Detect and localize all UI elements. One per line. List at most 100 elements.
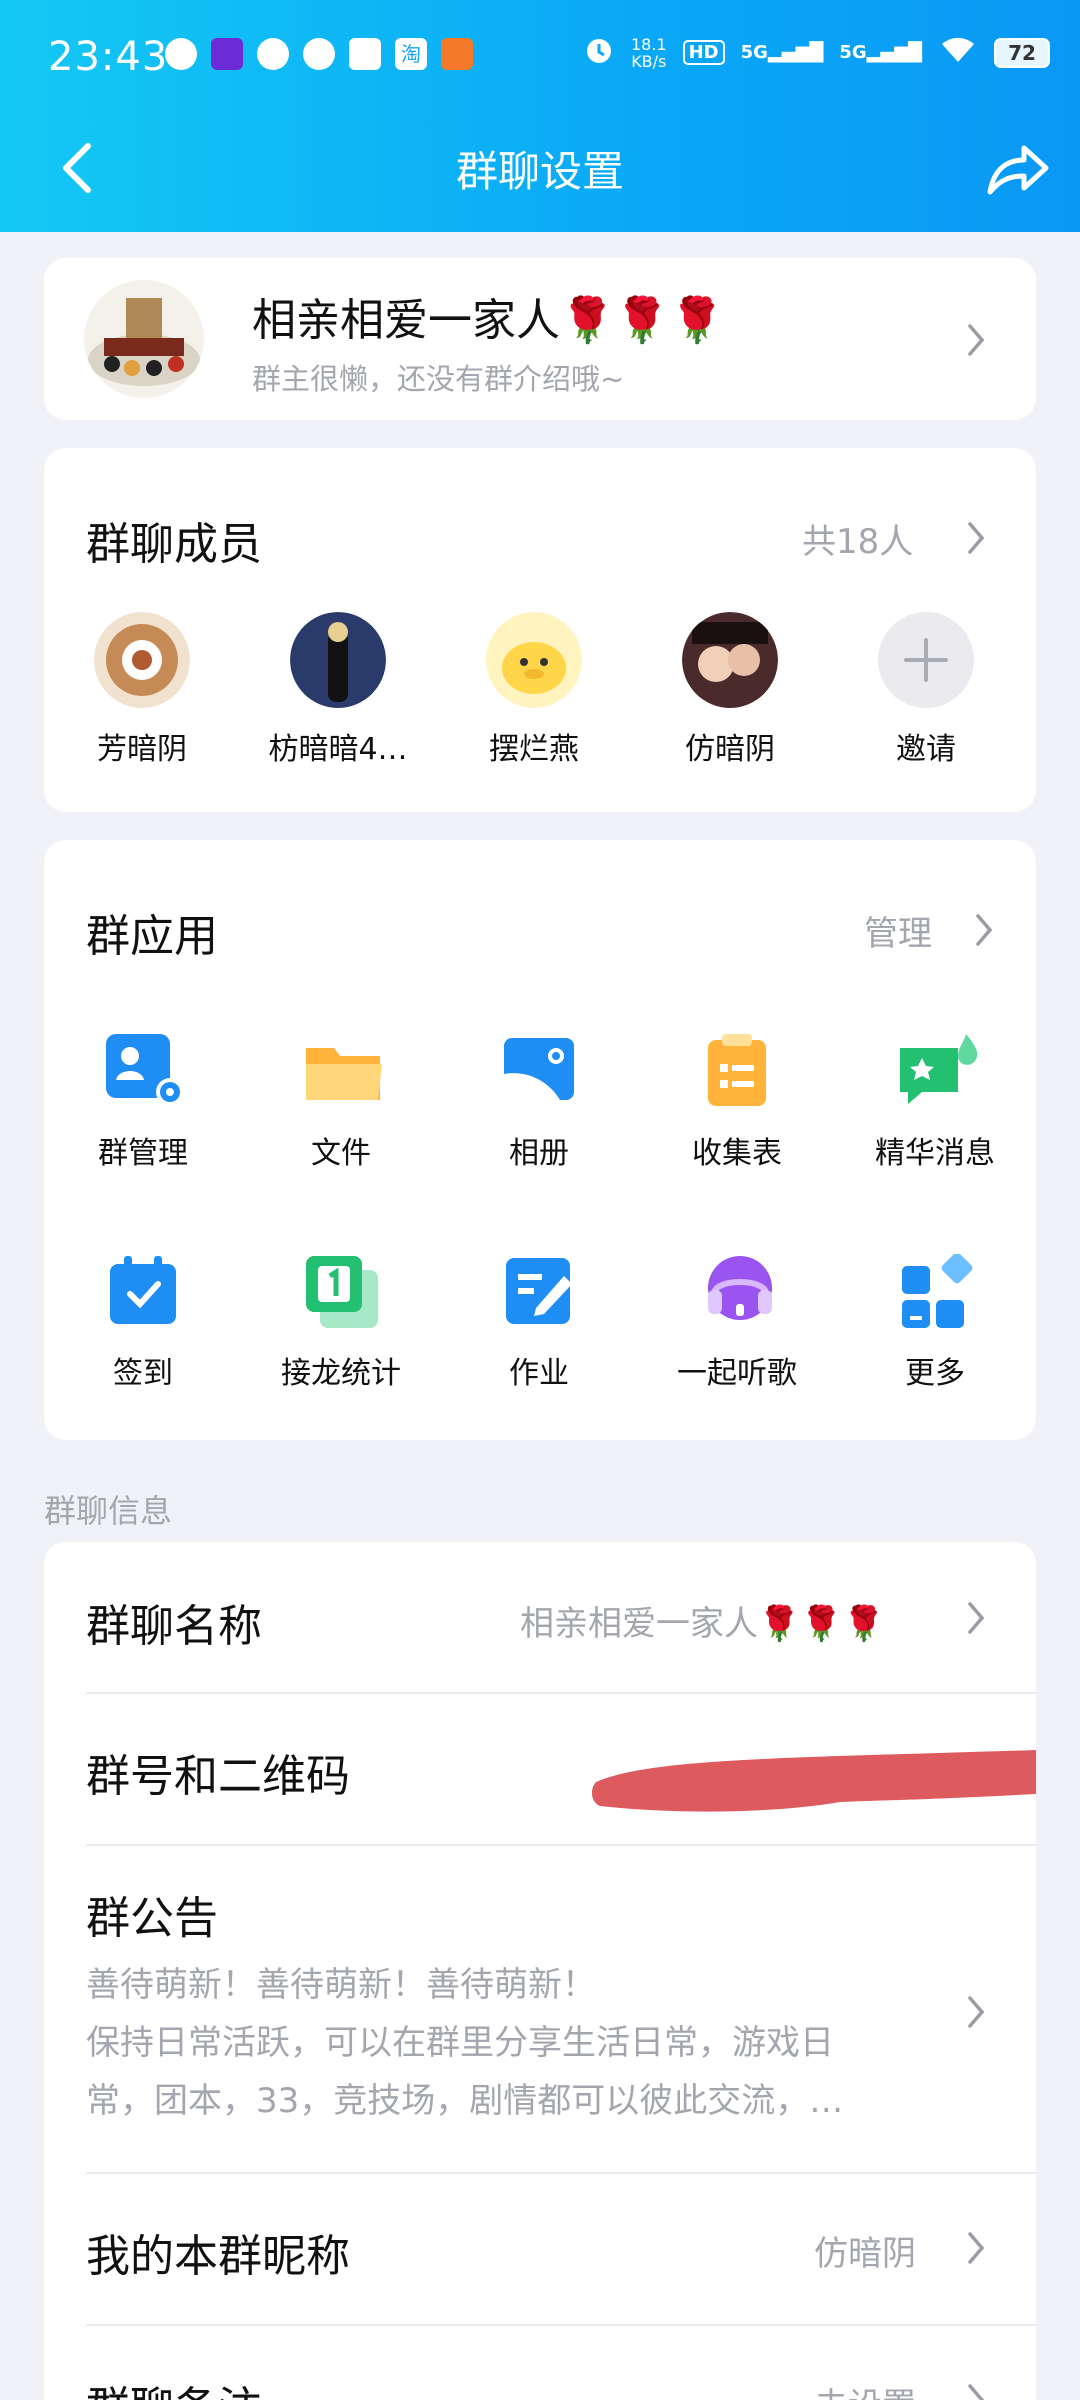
- group-description: 群主很懒，还没有群介绍哦~: [252, 362, 625, 396]
- network-speed: 18.1 KB/s: [631, 36, 667, 70]
- app-label: 精华消息: [875, 1136, 995, 1171]
- notification-app-icon: [349, 38, 381, 70]
- member-item[interactable]: 摆烂燕: [436, 612, 632, 768]
- group-name-row[interactable]: 群聊名称 相亲相爱一家人🌹🌹🌹: [44, 1542, 1036, 1694]
- signal-5g-1: 5G▂▄▆█: [740, 42, 824, 63]
- notification-app-icon: [441, 38, 473, 70]
- app-listen-together[interactable]: 一起听歌: [638, 1254, 836, 1392]
- member-item[interactable]: 枋暗暗4…: [240, 612, 436, 768]
- group-qr-row[interactable]: 群号和二维码: [44, 1694, 1036, 1846]
- group-manage-icon: [106, 1034, 184, 1108]
- chevron-right-icon: [964, 2228, 988, 2268]
- group-remark-row[interactable]: 群聊备注 未设置: [44, 2326, 1036, 2400]
- chevron-right-icon: [964, 1598, 988, 1638]
- status-bar: 23:43 淘 18.1 KB/s HD 5G▂▄▆█ 5G▂▄▆█ 72: [0, 30, 1080, 90]
- member-item[interactable]: 仿暗阴: [632, 612, 828, 768]
- share-icon: [987, 145, 1049, 195]
- status-right: 18.1 KB/s HD 5G▂▄▆█ 5G▂▄▆█ 72: [583, 34, 1050, 71]
- notice-line: 常，团本，33，竞技场，剧情都可以彼此交流，…: [86, 2081, 844, 2121]
- taobao-icon: 淘: [395, 38, 427, 70]
- app-relay-stats[interactable]: 接龙统计: [242, 1254, 440, 1392]
- app-label: 签到: [113, 1356, 173, 1391]
- group-notice-title: 群公告: [86, 1893, 218, 1944]
- notification-icons: 淘: [165, 38, 473, 70]
- homework-icon: [502, 1254, 576, 1328]
- essence-message-icon: [898, 1034, 978, 1108]
- status-time: 23:43: [48, 34, 169, 80]
- signal-label: 5G: [839, 42, 867, 63]
- top-header: 23:43 淘 18.1 KB/s HD 5G▂▄▆█ 5G▂▄▆█ 72 群聊…: [0, 0, 1080, 232]
- chevron-right-icon: [964, 518, 988, 558]
- invite-button[interactable]: 邀请: [828, 612, 1024, 768]
- app-label: 一起听歌: [677, 1356, 797, 1391]
- my-nickname-value: 仿暗阴: [814, 2234, 916, 2274]
- member-avatar: [682, 612, 778, 708]
- chevron-right-icon: [972, 910, 996, 950]
- nav-bar: 群聊设置: [0, 120, 1080, 216]
- group-info-section-label: 群聊信息: [44, 1492, 173, 1530]
- clipboard-icon: [700, 1034, 774, 1108]
- app-album[interactable]: 相册: [440, 1034, 638, 1172]
- folder-icon: [304, 1034, 382, 1108]
- member-avatar: [94, 612, 190, 708]
- signal-5g-2: 5G▂▄▆█: [839, 42, 922, 63]
- app-label: 群管理: [98, 1136, 188, 1171]
- group-notice-row[interactable]: 群公告 善待萌新！善待萌新！善待萌新！ 保持日常活跃，可以在群里分享生活日常，游…: [44, 1846, 1036, 2172]
- group-avatar: [84, 280, 204, 398]
- app-label: 收集表: [692, 1136, 782, 1171]
- app-files[interactable]: 文件: [242, 1034, 440, 1172]
- app-label: 文件: [311, 1136, 371, 1171]
- chevron-right-icon: [964, 320, 988, 360]
- message-bubble-icon: [257, 38, 289, 70]
- group-remark-title: 群聊备注: [86, 2372, 262, 2400]
- page-title: 群聊设置: [455, 147, 624, 196]
- group-profile-card[interactable]: 相亲相爱一家人🌹🌹🌹 群主很懒，还没有群介绍哦~: [44, 258, 1036, 420]
- group-remark-value: 未设置: [814, 2378, 916, 2400]
- wifi-icon: [938, 34, 978, 71]
- more-grid-icon: [898, 1252, 973, 1328]
- app-label: 相册: [509, 1136, 569, 1171]
- group-notice-text: 善待萌新！善待萌新！善待萌新！ 保持日常活跃，可以在群里分享生活日常，游戏日 常…: [86, 1956, 966, 2130]
- member-avatar: [486, 612, 582, 708]
- app-label: 接龙统计: [281, 1356, 401, 1391]
- chevron-right-icon: [964, 2380, 988, 2400]
- signal-label: 5G: [740, 42, 768, 63]
- app-collect-form[interactable]: 收集表: [638, 1034, 836, 1172]
- member-name: 仿暗阴: [685, 732, 775, 767]
- notice-line: 善待萌新！善待萌新！善待萌新！: [86, 1965, 596, 2005]
- apps-manage-label: 管理: [864, 914, 932, 954]
- app-label: 作业: [509, 1356, 569, 1391]
- apps-title: 群应用: [86, 911, 218, 962]
- app-essence-messages[interactable]: 精华消息: [836, 1034, 1034, 1172]
- alarm-icon: [583, 34, 615, 71]
- member-name: 枋暗暗4…: [268, 732, 408, 767]
- group-name: 相亲相爱一家人🌹🌹🌹: [252, 295, 725, 346]
- members-count: 共18人: [802, 522, 914, 562]
- battery-indicator: 72: [994, 37, 1050, 68]
- member-item[interactable]: 芳暗阴: [44, 612, 240, 768]
- notification-app-icon: [165, 38, 197, 70]
- notification-app-icon: [303, 38, 335, 70]
- net-speed-value: 18.1: [630, 34, 667, 54]
- members-card: 群聊成员 共18人 芳暗阴 枋暗暗4… 摆烂燕 仿暗阴 邀请: [44, 448, 1036, 812]
- group-name-title: 群聊名称: [86, 1601, 262, 1652]
- net-speed-unit: KB/s: [631, 51, 667, 71]
- chevron-right-icon: [964, 1992, 988, 2032]
- hd-badge: HD: [682, 40, 725, 65]
- redaction-mark: [591, 1750, 1036, 1812]
- app-check-in[interactable]: 签到: [44, 1254, 242, 1392]
- app-homework[interactable]: 作业: [440, 1254, 638, 1392]
- calendar-check-icon: [106, 1254, 180, 1328]
- my-nickname-row[interactable]: 我的本群昵称 仿暗阴: [44, 2174, 1036, 2324]
- notice-line: 保持日常活跃，可以在群里分享生活日常，游戏日: [86, 2023, 834, 2063]
- app-group-manage[interactable]: 群管理: [44, 1034, 242, 1172]
- plus-icon: [878, 612, 974, 708]
- app-more[interactable]: 更多: [836, 1252, 1034, 1392]
- members-title: 群聊成员: [86, 519, 262, 570]
- share-button[interactable]: [982, 134, 1052, 204]
- listen-together-icon: [700, 1254, 774, 1328]
- group-apps-card: 群应用 管理 群管理 文件 相册 收集表 精华消息 签到 接龙统计 作业 一起听…: [44, 840, 1036, 1440]
- album-icon: [502, 1034, 576, 1108]
- member-name: 芳暗阴: [97, 732, 187, 767]
- group-info-card: 群聊名称 相亲相爱一家人🌹🌹🌹 群号和二维码 群公告 善待萌新！善待萌新！善待萌…: [44, 1542, 1036, 2400]
